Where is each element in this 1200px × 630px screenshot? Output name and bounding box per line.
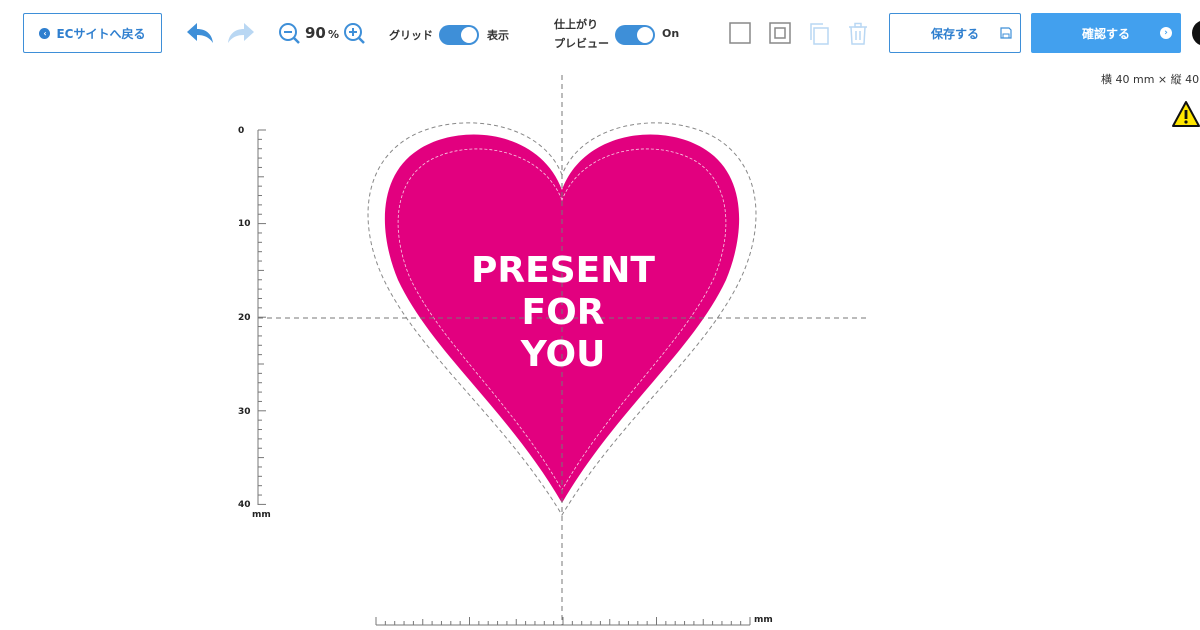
chevron-right-icon: › xyxy=(1160,27,1172,39)
preview-label-line1: 仕上がり xyxy=(554,18,598,31)
frame-shape-button[interactable] xyxy=(769,22,791,44)
design-text-line-1[interactable]: PRESENT xyxy=(471,250,655,291)
toggle-knob xyxy=(637,27,653,43)
preview-state: On xyxy=(662,27,680,40)
floppy-disk-icon xyxy=(1000,27,1012,39)
save-label: 保存する xyxy=(930,26,979,41)
zoom-level: 90 xyxy=(305,24,326,42)
vertical-ruler-unit: mm xyxy=(252,510,271,520)
confirm-button[interactable]: 確認する › xyxy=(1031,13,1181,53)
design-text-line-3[interactable]: YOU xyxy=(520,334,606,375)
ruler-label-40: 40 xyxy=(238,500,251,510)
delete-button[interactable] xyxy=(847,22,869,46)
zoom-out-icon xyxy=(279,23,300,44)
duplicate-button[interactable] xyxy=(808,22,830,46)
ruler-label-20: 20 xyxy=(238,313,251,323)
back-to-ec-site-label: ECサイトへ戻る xyxy=(56,26,146,41)
ruler-label-0: 0 xyxy=(238,126,244,136)
undo-arrow-icon xyxy=(187,23,213,43)
horizontal-ruler xyxy=(375,617,751,626)
zoom-out-button[interactable] xyxy=(278,22,300,44)
zoom-in-icon xyxy=(344,23,365,44)
toggle-knob xyxy=(461,27,477,43)
design-text-line-2[interactable]: FOR xyxy=(522,292,605,333)
confirm-label: 確認する xyxy=(1081,26,1130,41)
zoom-unit: % xyxy=(328,28,340,41)
redo-button[interactable] xyxy=(225,20,257,46)
redo-arrow-icon xyxy=(228,23,254,43)
back-to-ec-site-button[interactable]: ‹ ECサイトへ戻る xyxy=(23,13,162,53)
grid-state: 表示 xyxy=(487,29,509,42)
square-shape-button[interactable] xyxy=(729,22,751,44)
grid-toggle[interactable] xyxy=(439,25,479,45)
square-frame-icon xyxy=(769,22,791,44)
undo-button[interactable] xyxy=(184,20,216,46)
zoom-in-button[interactable] xyxy=(343,22,365,44)
preview-label-line2: プレビュー xyxy=(554,37,609,50)
help-button[interactable] xyxy=(1192,20,1200,46)
preview-toggle[interactable] xyxy=(615,25,655,45)
chevron-left-icon: ‹ xyxy=(39,27,51,39)
horizontal-ruler-unit: mm xyxy=(754,615,773,625)
grid-label: グリッド xyxy=(389,29,433,42)
square-outline-icon xyxy=(729,22,751,44)
ruler-label-10: 10 xyxy=(238,219,251,229)
design-canvas[interactable]: PRESENT FOR YOU 0 10 20 30 40 mm mm xyxy=(0,60,1200,630)
save-button[interactable]: 保存する xyxy=(889,13,1021,53)
copy-icon xyxy=(810,23,829,45)
trash-icon xyxy=(849,22,867,45)
ruler-label-30: 30 xyxy=(238,407,251,417)
